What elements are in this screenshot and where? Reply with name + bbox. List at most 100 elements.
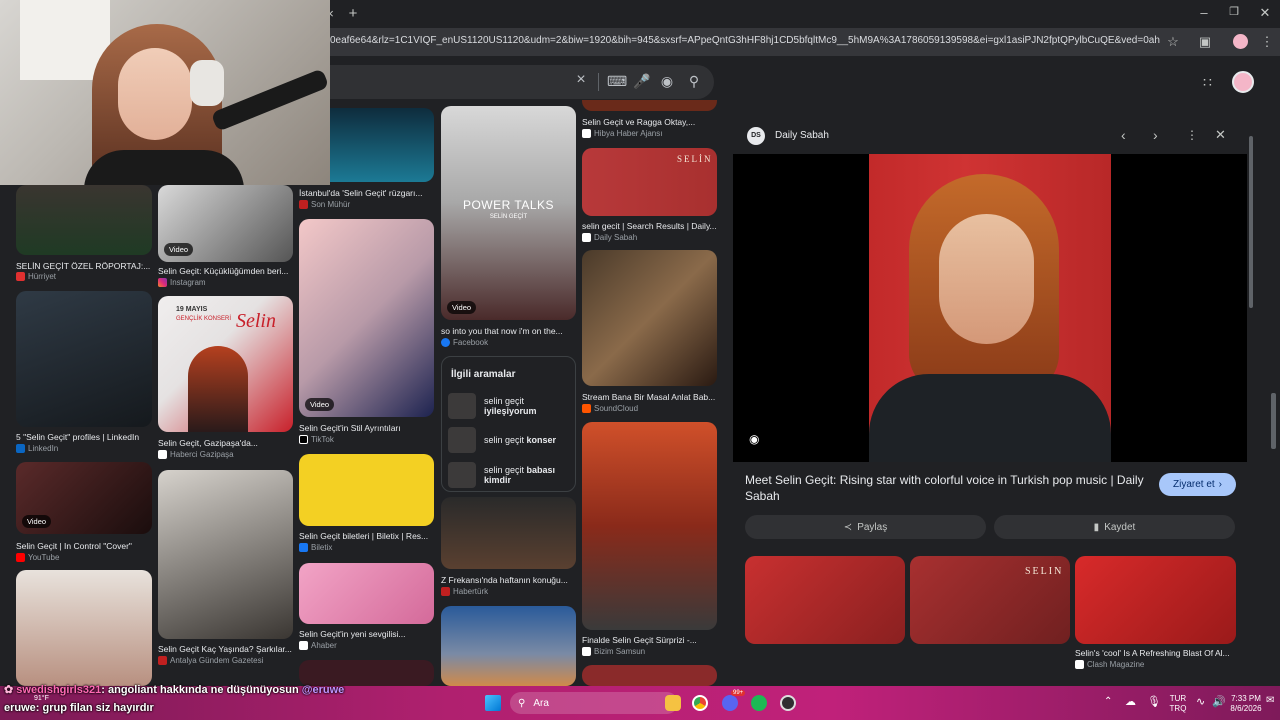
- bookmark-star-icon[interactable]: ☆: [1163, 34, 1183, 50]
- minimize-icon[interactable]: –: [1194, 5, 1214, 20]
- clear-search-icon[interactable]: ×: [573, 71, 589, 89]
- result-title[interactable]: Selin Geçit'in Stil Ayrıntıları: [299, 423, 434, 433]
- daily-sabah-icon: [582, 233, 591, 242]
- source-label: YouTube: [28, 553, 60, 562]
- result-image[interactable]: [158, 470, 293, 639]
- result-image[interactable]: [582, 422, 717, 630]
- file-explorer-icon[interactable]: [665, 695, 681, 711]
- source-label: Ahaber: [311, 641, 337, 650]
- stream-chat-overlay: ✿ swedishgirls321: angoliant hakkında ne…: [0, 680, 420, 720]
- result-title[interactable]: Z Frekansı'nda haftanın konuğu...: [441, 575, 576, 585]
- poster-person: [188, 346, 248, 432]
- taskbar-search-box[interactable]: ⚲ Ara: [510, 692, 678, 714]
- lens-search-icon[interactable]: ◉: [749, 432, 759, 446]
- result-title[interactable]: Finalde Selin Geçit Sürprizi -...: [582, 635, 717, 645]
- result-source: SoundCloud: [582, 404, 638, 413]
- preview-title[interactable]: Meet Selin Geçit: Rising star with color…: [745, 472, 1153, 504]
- save-button[interactable]: ▮ Kaydet: [994, 515, 1235, 539]
- result-image[interactable]: Video: [16, 462, 152, 534]
- related-searches-card: İlgili aramalar selin geçit iyileşiyorum …: [441, 356, 576, 492]
- similar-image[interactable]: SELIN: [910, 556, 1070, 644]
- result-image[interactable]: SELİN: [582, 148, 717, 216]
- result-title[interactable]: SELİN GEÇİT ÖZEL RÖPORTAJ:...: [16, 261, 152, 271]
- concert-poster-image[interactable]: 19 MAYIS GENÇLİK KONSERİ Selin: [158, 296, 293, 432]
- related-search-item[interactable]: selin geçit babası kimdir: [448, 461, 572, 489]
- obs-icon[interactable]: [780, 695, 796, 711]
- close-panel-icon[interactable]: ✕: [1215, 127, 1226, 143]
- result-title[interactable]: so into you that now i'm on the...: [441, 326, 576, 336]
- microphone-icon[interactable]: 🎤: [633, 73, 650, 90]
- tray-expand-icon[interactable]: ⌃: [1104, 696, 1112, 707]
- result-title[interactable]: 5 "Selin Geçit" profiles | LinkedIn: [16, 432, 152, 442]
- source-name[interactable]: Daily Sabah: [775, 130, 829, 141]
- similar-image[interactable]: [745, 556, 905, 644]
- scrollbar-thumb[interactable]: [1249, 136, 1253, 308]
- result-title[interactable]: Stream Bana Bir Masal Anlat Bab...: [582, 392, 717, 402]
- chat-message: ✿ swedishgirls321: angoliant hakkında ne…: [4, 683, 344, 696]
- language-indicator[interactable]: TUR TRQ: [1166, 694, 1190, 714]
- result-title[interactable]: selin gecit | Search Results | Daily...: [582, 221, 717, 231]
- result-image[interactable]: [582, 250, 717, 386]
- restore-icon[interactable]: ❐: [1224, 5, 1244, 18]
- source-label: Habertürk: [453, 587, 489, 596]
- result-title[interactable]: İstanbul'da 'Selin Geçit' rüzgarı...: [299, 188, 434, 198]
- close-window-icon[interactable]: ✕: [1255, 5, 1275, 21]
- page-scrollbar-thumb[interactable]: [1271, 393, 1276, 449]
- result-title[interactable]: Selin Geçit Kaç Yaşında? Şarkılar...: [158, 644, 293, 654]
- search-icon[interactable]: ⚲: [686, 73, 702, 90]
- discord-icon[interactable]: [722, 695, 738, 711]
- power-talks-title: POWER TALKS: [462, 198, 555, 212]
- result-image[interactable]: Video: [158, 185, 293, 262]
- result-image[interactable]: [582, 665, 717, 686]
- chrome-icon[interactable]: [692, 695, 708, 711]
- next-icon[interactable]: ›: [1153, 127, 1158, 143]
- extensions-icon[interactable]: ▣: [1195, 34, 1215, 50]
- result-image[interactable]: [16, 291, 152, 427]
- wifi-icon[interactable]: ∿: [1196, 695, 1205, 708]
- url-text[interactable]: 0eaf6e64&rlz=1C1VIQF_enUS1120US1120&udm=…: [330, 35, 1160, 46]
- notification-bell-icon[interactable]: ✉: [1266, 695, 1274, 706]
- result-image[interactable]: [299, 454, 434, 526]
- similar-image[interactable]: [1075, 556, 1236, 644]
- previous-icon[interactable]: ‹: [1121, 127, 1126, 143]
- power-talks-image[interactable]: POWER TALKS SELİN GEÇİT Video: [441, 106, 576, 320]
- result-title[interactable]: Selin Geçit: Küçüklüğümden beri...: [158, 266, 293, 276]
- account-avatar[interactable]: [1232, 71, 1254, 93]
- result-title[interactable]: Selin Geçit'in yeni sevgilisi...: [299, 629, 434, 639]
- result-image[interactable]: [16, 185, 152, 255]
- apps-grid-icon[interactable]: ∷: [1203, 74, 1212, 91]
- result-image[interactable]: [299, 563, 434, 624]
- clock[interactable]: 7:33 PM 8/6/2026: [1224, 694, 1268, 714]
- result-title[interactable]: Selin Geçit ve Ragga Oktay,...: [582, 117, 717, 127]
- profile-avatar[interactable]: [1233, 34, 1248, 49]
- search-box[interactable]: × ⌨ 🎤 ◉ ⚲: [330, 65, 714, 99]
- result-image[interactable]: [16, 570, 152, 686]
- visit-label: Ziyaret et: [1172, 479, 1215, 490]
- result-image[interactable]: Video: [299, 219, 434, 417]
- new-tab-button[interactable]: +: [343, 5, 363, 22]
- spotify-icon[interactable]: [751, 695, 767, 711]
- keyboard-icon[interactable]: ⌨: [607, 73, 627, 90]
- windows-start-icon[interactable]: [485, 695, 501, 711]
- lens-icon[interactable]: ◉: [659, 73, 675, 90]
- source-label: Facebook: [453, 338, 489, 347]
- chat-badge-icon: ✿: [4, 684, 14, 696]
- more-options-icon[interactable]: ⋮: [1186, 128, 1198, 142]
- similar-title[interactable]: Selin's 'cool' Is A Refreshing Blast Of …: [1075, 648, 1236, 658]
- mic-icon[interactable]: 🎙: [1147, 695, 1161, 708]
- result-title[interactable]: Selin Geçit biletleri | Biletix | Res...: [299, 531, 434, 541]
- related-searches-title: İlgili aramalar: [451, 369, 516, 380]
- result-image[interactable]: [441, 606, 576, 686]
- cloud-icon[interactable]: ☁: [1125, 695, 1136, 708]
- related-search-item[interactable]: selin geçit iyileşiyorum: [448, 392, 572, 420]
- result-source: Biletix: [299, 543, 332, 552]
- preview-image[interactable]: [869, 154, 1111, 462]
- related-search-item[interactable]: selin geçit konser: [448, 426, 572, 454]
- share-button[interactable]: ≺ Paylaş: [745, 515, 986, 539]
- result-image[interactable]: [582, 100, 717, 111]
- result-title[interactable]: Selin Geçit, Gazipaşa'da...: [158, 438, 293, 448]
- browser-menu-icon[interactable]: ⋮: [1257, 34, 1277, 50]
- visit-button[interactable]: Ziyaret et ›: [1159, 473, 1236, 496]
- result-image[interactable]: [441, 497, 576, 569]
- result-title[interactable]: Selin Geçit | In Control "Cover": [16, 541, 152, 551]
